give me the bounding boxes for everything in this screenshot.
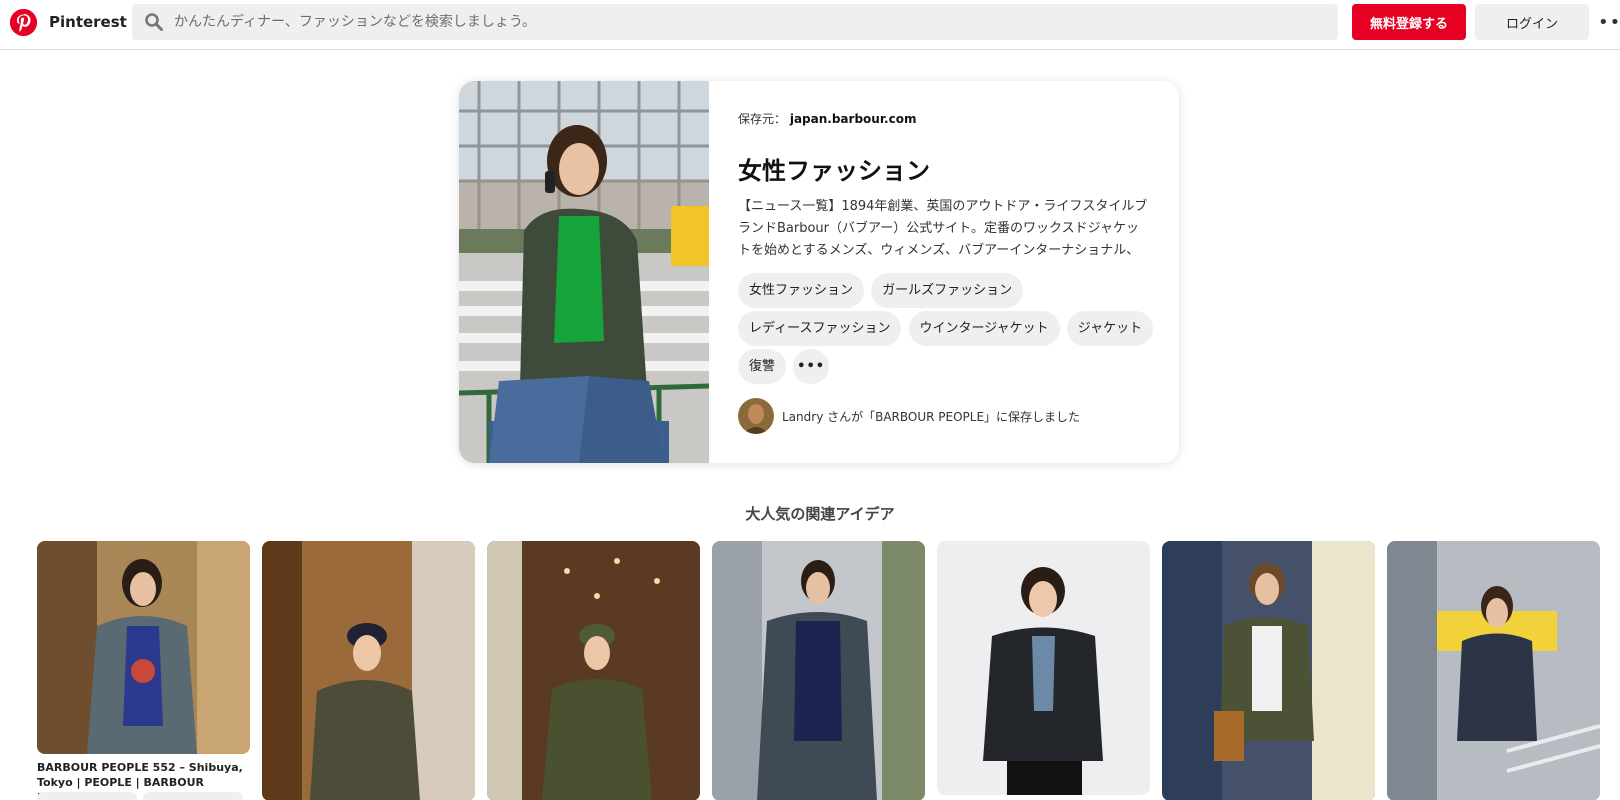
pin-description: 【ニュース一覧】1894年創業、英国のアウトドア・ライフスタイルブランドBarb… (738, 199, 1148, 258)
brand-name[interactable]: Pinterest (49, 13, 127, 31)
more-options-icon[interactable]: ••• (1598, 12, 1620, 33)
login-button[interactable]: ログイン (1475, 4, 1589, 40)
related-ideas-title: 大人気の関連アイデア (745, 505, 895, 523)
related-pin-5[interactable] (937, 541, 1150, 795)
pinterest-logo-icon[interactable] (10, 9, 37, 36)
search-bar[interactable] (132, 4, 1338, 40)
saver-info: Landry さんが「BARBOUR PEOPLE」に保存しました (738, 398, 1168, 434)
pin-title: 女性ファッション (738, 157, 930, 185)
pin-closeup-card: 保存元： japan.barbour.com 女性ファッション 【ニュース一覧】… (459, 81, 1179, 463)
saved-from-prefix: 保存元： (738, 112, 787, 126)
signup-button[interactable]: 無料登録する (1352, 4, 1466, 40)
saved-from: 保存元： japan.barbour.com (738, 110, 916, 127)
tag-pill[interactable]: ウインタージャケット (908, 311, 1060, 346)
saver-text: Landry さんが「BARBOUR PEOPLE」に保存しました (782, 410, 1081, 424)
tag-list: 女性ファッション ガールズファッション レディースファッション ウインタージャケ… (738, 273, 1158, 387)
avatar[interactable] (738, 398, 774, 434)
search-icon (145, 13, 163, 31)
related-pin-6[interactable] (1162, 541, 1375, 800)
tag-pill[interactable]: 復讐 (738, 349, 787, 384)
related-pin-1[interactable] (37, 541, 250, 754)
pin-details: 保存元： japan.barbour.com 女性ファッション 【ニュース一覧】… (709, 81, 1179, 463)
related-pin-3[interactable] (487, 541, 700, 800)
related-pin-4[interactable] (712, 541, 925, 800)
pin-action-chip[interactable] (37, 792, 137, 800)
source-link[interactable]: japan.barbour.com (790, 112, 917, 126)
pin-image[interactable] (459, 81, 709, 463)
top-bar: Pinterest 無料登録する ログイン ••• (0, 0, 1620, 50)
tag-pill[interactable]: ジャケット (1066, 311, 1154, 346)
search-input[interactable] (174, 4, 1324, 40)
tag-pill[interactable]: レディースファッション (738, 311, 902, 346)
related-pin-7[interactable] (1387, 541, 1600, 800)
more-tags-button[interactable]: ••• (793, 349, 830, 384)
related-pin-2[interactable] (262, 541, 475, 800)
tag-pill[interactable]: 女性ファッション (738, 273, 865, 308)
tag-pill[interactable]: ガールズファッション (871, 273, 1024, 308)
pin-action-chip[interactable] (143, 792, 243, 800)
